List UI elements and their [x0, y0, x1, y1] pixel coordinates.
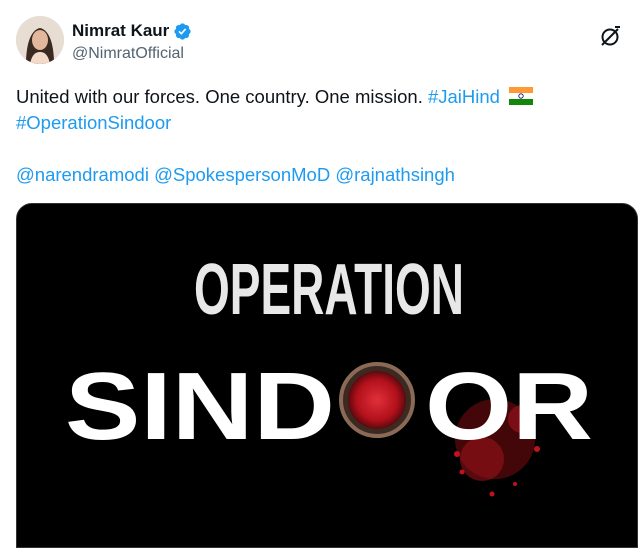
mention-spokespersonmod[interactable]: @SpokespersonMoD [154, 164, 330, 185]
india-flag-icon [509, 87, 534, 105]
mention-narendramodi[interactable]: @narendramodi [16, 164, 149, 185]
poster-title-line1: OPERATION [194, 250, 464, 330]
author-names: Nimrat Kaur @NimratOfficial [72, 20, 192, 63]
poster-title-sind: SIND [65, 353, 335, 460]
tweet-mentions: @narendramodi @SpokespersonMoD @rajnaths… [16, 162, 616, 188]
avatar-image [16, 16, 64, 64]
tweet-text: United with our forces. One country. One… [16, 84, 616, 188]
mention-rajnathsingh[interactable]: @rajnathsingh [335, 164, 455, 185]
poster-title-or: OR [425, 353, 593, 460]
tweet-header: Nimrat Kaur @NimratOfficial [16, 16, 625, 72]
tweet-media-image[interactable]: OPERATION SIND OR [16, 203, 638, 548]
tweet-line-1: United with our forces. One country. One… [16, 84, 616, 110]
hashtag-operationsindoor[interactable]: #OperationSindoor [16, 112, 171, 133]
display-name[interactable]: Nimrat Kaur [72, 21, 169, 41]
handle[interactable]: @NimratOfficial [72, 45, 192, 63]
hashtag-jaihind[interactable]: #JaiHind [428, 86, 500, 107]
tweet-line-2: #OperationSindoor [16, 110, 616, 136]
tweet-body-text: United with our forces. One country. One… [16, 86, 423, 107]
avatar[interactable] [16, 16, 64, 64]
verified-badge-icon [174, 22, 191, 40]
operation-sindoor-poster: OPERATION SIND OR [17, 204, 637, 547]
grok-icon[interactable] [597, 24, 623, 50]
